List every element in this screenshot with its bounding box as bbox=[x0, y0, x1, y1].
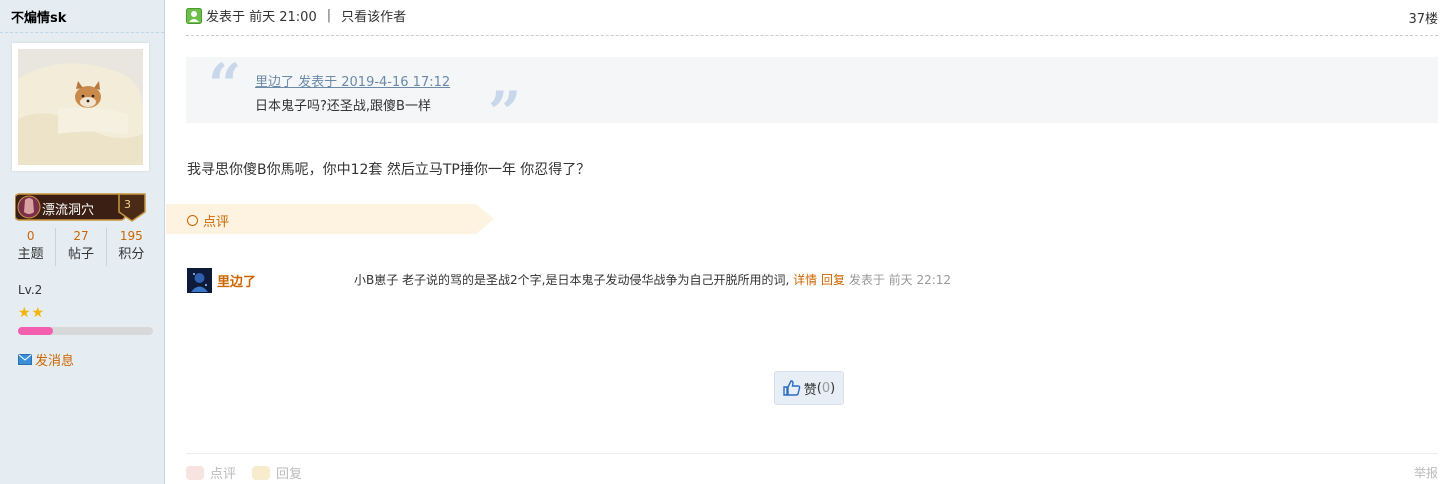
send-message-label: 发消息 bbox=[35, 354, 75, 369]
open-quote-icon: “ bbox=[208, 51, 242, 119]
comment-item: 小B崽子 老子说的骂的是圣战2个字,是日本鬼子发动侵华战争为自己开脱所用的词, … bbox=[354, 271, 951, 288]
quote-body: 日本鬼子吗?还圣战,跟傻B一样 bbox=[255, 99, 431, 114]
circle-icon bbox=[187, 215, 198, 226]
close-quote-icon: ” bbox=[488, 79, 522, 147]
user-level: Lv.2 bbox=[18, 283, 43, 297]
comments-title-label: 点评 bbox=[203, 215, 230, 230]
stat-label: 帖子 bbox=[67, 247, 94, 262]
only-author-link[interactable]: 只看该作者 bbox=[341, 6, 406, 25]
online-status-icon bbox=[186, 7, 202, 24]
author-sidebar: 不煸情sk 漂流洞穴 3 0 主题 27 帖子 195 积分 Lv.2 ★★ 发… bbox=[0, 0, 165, 484]
like-label: 赞 bbox=[803, 382, 817, 398]
reply-icon bbox=[252, 465, 271, 480]
stat-topics[interactable]: 0 主题 bbox=[6, 228, 55, 266]
meta-separator: | bbox=[326, 8, 332, 23]
stat-points[interactable]: 195 积分 bbox=[105, 228, 156, 266]
stat-value: 195 bbox=[119, 229, 143, 243]
comments-title: 点评 bbox=[187, 211, 229, 230]
thumbs-up-icon bbox=[783, 380, 801, 396]
comment-detail-link[interactable]: 详情 bbox=[793, 273, 817, 287]
like-count-close: ) bbox=[830, 380, 836, 396]
comment-icon bbox=[186, 465, 204, 480]
avatar[interactable] bbox=[12, 43, 149, 171]
stat-label: 主题 bbox=[17, 247, 44, 262]
medal-level: 3 bbox=[124, 198, 131, 211]
level-progress-bar bbox=[18, 327, 153, 335]
send-message-link[interactable]: 发消息 bbox=[18, 350, 74, 369]
quote-block: “ 里边了 发表于 2019-4-16 17:12 日本鬼子吗?还圣战,跟傻B一… bbox=[186, 51, 1438, 147]
like-button[interactable]: 赞(0) bbox=[774, 371, 844, 405]
stat-value: 27 bbox=[73, 229, 89, 243]
commenter-name[interactable]: 里边了 bbox=[217, 271, 256, 290]
post-content: 我寻思你傻B你馬呢，你中12套 然后立马TP捶你一年 你忍得了？ bbox=[187, 162, 591, 178]
like-count: 0 bbox=[821, 380, 831, 396]
author-stats: 0 主题 27 帖子 195 积分 bbox=[6, 228, 156, 266]
comments-banner-tip bbox=[476, 204, 494, 234]
post-meta: 发表于 前天 21:00 | 只看该作者 bbox=[186, 6, 406, 25]
comment-time: 发表于 前天 22:12 bbox=[848, 273, 952, 287]
comment-text: 小B崽子 老子说的骂的是圣战2个字,是日本鬼子发动侵华战争为自己开脱所用的词, bbox=[354, 273, 790, 287]
envelope-icon bbox=[18, 354, 32, 365]
comment-reply-link[interactable]: 回复 bbox=[821, 273, 845, 287]
stat-value: 0 bbox=[26, 229, 35, 243]
star-icon: ★★ bbox=[18, 305, 46, 321]
divider bbox=[186, 35, 1438, 36]
floor-number[interactable]: 37楼 bbox=[1408, 8, 1438, 27]
report-link[interactable]: 举报 bbox=[1414, 464, 1438, 481]
comment-action[interactable]: 点评 bbox=[210, 463, 236, 482]
level-progress-fill bbox=[18, 327, 54, 335]
divider bbox=[0, 32, 164, 33]
reply-action[interactable]: 回复 bbox=[276, 463, 302, 482]
commenter-avatar[interactable] bbox=[187, 268, 212, 293]
author-name[interactable]: 不煸情sk bbox=[11, 7, 66, 26]
post-time: 发表于 前天 21:00 bbox=[206, 10, 317, 25]
avatar-image bbox=[18, 49, 143, 165]
stat-label: 积分 bbox=[118, 247, 145, 262]
quote-header[interactable]: 里边了 发表于 2019-4-16 17:12 bbox=[255, 71, 450, 90]
post-actions: 点评 回复 bbox=[186, 463, 302, 482]
divider bbox=[186, 453, 1438, 454]
medal-name: 漂流洞穴 bbox=[42, 203, 95, 218]
stat-posts[interactable]: 27 帖子 bbox=[55, 228, 105, 266]
